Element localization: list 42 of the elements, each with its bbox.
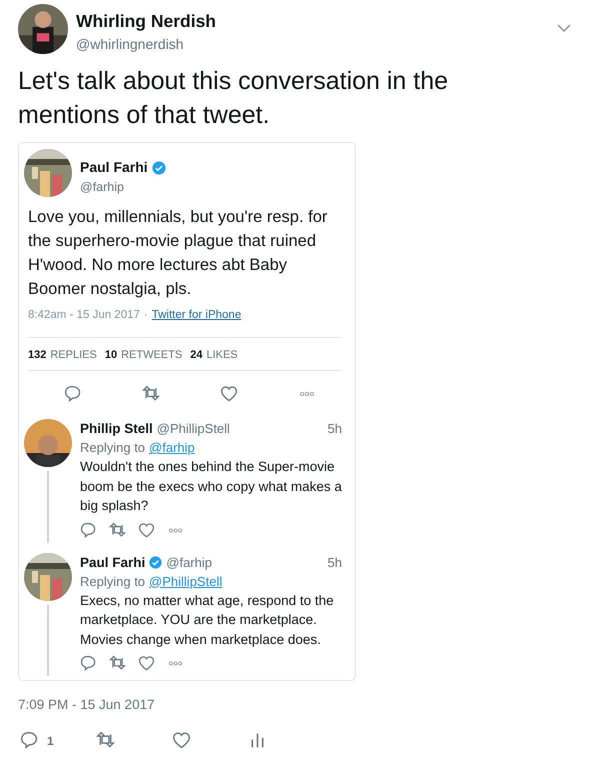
author-handle[interactable]: @farhip xyxy=(80,178,166,197)
tweet-timestamp: 7:09 PM - 15 Jun 2017 xyxy=(18,696,156,714)
reply-text: Execs, no matter what age, respond to the marketplace. YOU are the marketplace. Movies change when marketplace does. xyxy=(80,592,335,649)
author-name[interactable]: Paul Farhi xyxy=(80,157,148,178)
reply-age: 5h xyxy=(328,420,342,438)
replying-to-label: Replying to xyxy=(80,439,146,457)
separator: · xyxy=(144,308,148,324)
replying-to-label: Replying to xyxy=(80,572,146,590)
timestamp: 8:42am - 15 Jun 2017 xyxy=(28,308,140,324)
chevron-down-icon[interactable] xyxy=(557,24,571,34)
reply-icon[interactable] xyxy=(20,731,39,750)
reply-text: Wouldn't the ones behind the Super-movie boom be the execs who copy what makes a big splash? xyxy=(80,458,342,515)
tweet-text: Love you, millennials, but you're resp. for the superhero-movie plague that ruined H'wood. No more lectures abt Baby Boomer nostalgia, pls. xyxy=(28,207,328,300)
replying-to-link[interactable]: @PhillipStell xyxy=(149,572,222,590)
reply-icon[interactable] xyxy=(80,655,97,672)
stat-count: 132 xyxy=(28,348,46,362)
reply-icon[interactable] xyxy=(80,522,97,538)
retweet-icon[interactable] xyxy=(109,522,126,538)
reply-author-name[interactable]: Phillip Stell xyxy=(80,419,153,438)
stat-count: 24 xyxy=(190,348,202,362)
tweet-text: Let's talk about this conversation in the mentions of that tweet. xyxy=(18,66,450,132)
heart-icon[interactable] xyxy=(138,655,155,672)
reply-count: 1 xyxy=(47,732,54,750)
stat-label[interactable]: RETWEETS xyxy=(121,346,182,363)
author-handle[interactable]: @whirlingnerdish xyxy=(76,34,557,56)
author-name[interactable]: Whirling Nerdish xyxy=(76,8,557,34)
source-link[interactable]: Twitter for iPhone xyxy=(152,307,242,324)
replying-to-link[interactable]: @farhip xyxy=(149,438,195,457)
retweet-icon[interactable] xyxy=(142,385,160,403)
heart-icon[interactable] xyxy=(172,731,191,750)
retweet-icon[interactable] xyxy=(109,655,126,672)
reply-age: 5h xyxy=(328,554,342,572)
retweet-icon[interactable] xyxy=(96,731,115,750)
stat-label[interactable]: REPLIES xyxy=(50,346,97,363)
heart-icon[interactable] xyxy=(138,522,155,538)
reply-icon[interactable] xyxy=(64,385,82,403)
reply-author-name[interactable]: Paul Farhi xyxy=(80,552,146,572)
stat-count: 10 xyxy=(104,348,118,362)
stat-label[interactable]: LIKES xyxy=(206,346,238,363)
reply-author-handle[interactable]: @farhip xyxy=(166,552,212,572)
heart-icon[interactable] xyxy=(220,385,238,403)
reply-author-handle[interactable]: @PhillipStell xyxy=(156,419,230,438)
